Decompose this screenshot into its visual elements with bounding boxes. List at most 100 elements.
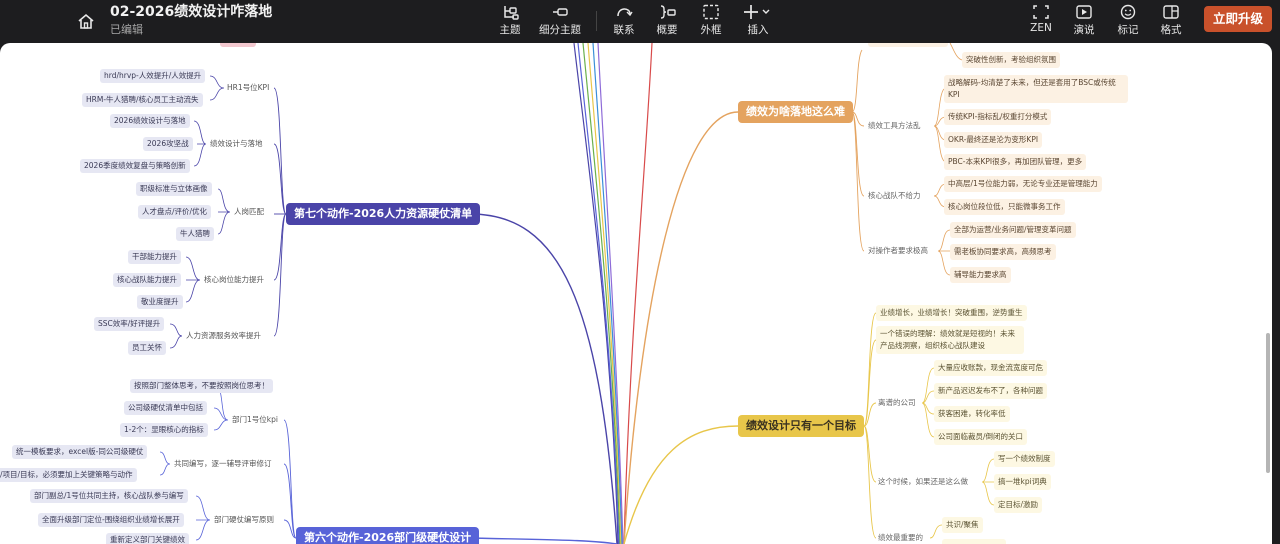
leaf-topic[interactable]: 搞一堆kpi词典 (994, 474, 1051, 490)
leaf-topic[interactable]: OKR-最终还是沦为变形KPI (944, 132, 1043, 148)
leaf-topic[interactable]: 公司面临裁员/倒闭的关口 (934, 429, 1028, 445)
leaf-topic[interactable]: 业绩增长，业绩增长！突破重围，逆势重生 (876, 305, 1027, 321)
save-status: 已编辑 (110, 23, 143, 36)
leaf-topic[interactable]: 干部能力提升 (128, 250, 181, 264)
smiley-icon (1120, 4, 1136, 20)
leaf-topic[interactable]: 辅导能力要求高 (950, 267, 1011, 283)
branch-goal-topic[interactable]: 绩效设计只有一个目标 (738, 415, 864, 437)
leaf-topic[interactable]: 全面升级部门定位-围绕组织业绩增长展开 (38, 513, 184, 527)
plus-icon (744, 5, 770, 19)
group-label[interactable]: 部门1号位kpi (229, 413, 281, 427)
subtopic-button[interactable]: 细分主题 (538, 4, 582, 40)
relation-button[interactable]: 联系 (602, 4, 646, 40)
mindmap-canvas[interactable]: 第七个动作-2026人力资源硬仗清单 HR1号位KPI hrd/hrvp-人效提… (0, 43, 1272, 544)
leaf-topic[interactable]: 1-2个：显眼核心的指标 (120, 423, 208, 437)
group-label[interactable]: 人岗匹配 (231, 205, 267, 219)
format-panel-icon (1163, 5, 1179, 19)
leaf-topic[interactable]: 部门副总/1号位共同主持，核心战队参与编写 (30, 489, 188, 503)
topic-button[interactable]: 主题 (488, 4, 532, 40)
group-label[interactable]: 共同编写，逐一辅导评审修订 (171, 457, 275, 471)
vertical-scrollbar[interactable] (1266, 333, 1270, 473)
leaf-topic[interactable]: 中高层/1号位能力弱，无论专业还是管理能力 (944, 176, 1102, 192)
leaf-topic[interactable]: 人才盘点/评价/优化 (138, 205, 212, 219)
present-label: 演说 (1073, 24, 1095, 36)
leaf-topic[interactable]: 共识/聚焦 (942, 517, 983, 533)
leaf-topic[interactable]: 需老板协同要求高，高频思考 (950, 244, 1056, 260)
relation-icon (617, 8, 633, 17)
boundary-button[interactable]: 外框 (689, 4, 733, 40)
boundary-label: 外框 (700, 24, 722, 36)
group-label[interactable]: 绩效工具方法乱 (868, 119, 921, 133)
group-label[interactable]: 这个时候，如果还是这么做 (878, 475, 968, 489)
branch6-topic[interactable]: 第六个动作-2026部门级硬仗设计 (296, 527, 480, 544)
leaf-topic[interactable]: 大量应收账款，现金流宽度可危 (934, 360, 1047, 376)
group-label[interactable]: 部门硬仗编写原则 (211, 513, 277, 527)
topic-icon (504, 6, 519, 20)
summary-label: 概要 (656, 24, 678, 36)
relation-label: 联系 (613, 24, 635, 36)
offscreen-node-stub (220, 43, 256, 47)
topic-label: 主题 (499, 24, 521, 36)
group-label[interactable]: 绩效最重要的 (878, 531, 923, 544)
group-label[interactable]: 核心战队不给力 (868, 189, 921, 203)
leaf-topic[interactable]: PBC-本来KPI很多，再加团队管理，更多 (944, 154, 1087, 170)
leaf-topic[interactable]: 牛人猎聘 (176, 227, 214, 241)
zen-button[interactable]: ZEN (1019, 4, 1063, 40)
leaf-topic[interactable]: 写一个绩效制度 (994, 451, 1055, 467)
leaf-topic[interactable]: 战略解码-均清楚了未来，但还是套用了BSC或传统KPI (944, 75, 1128, 103)
leaf-topic[interactable]: 员工关怀 (128, 341, 166, 355)
toolbar-divider (596, 11, 597, 31)
group-label[interactable]: 核心岗位能力提升 (201, 273, 267, 287)
leaf-topic[interactable]: 核心岗位段位低，只能微事务工作 (944, 199, 1065, 215)
top-toolbar: 02-2026绩效设计咋落地 已编辑 主题 细分主题 联系 概要 外框 插入 Z… (0, 0, 1280, 43)
offscreen-leaf-stub (868, 43, 948, 47)
upgrade-button[interactable]: 立即升级 (1204, 6, 1272, 32)
format-button[interactable]: 格式 (1149, 4, 1193, 40)
offscreen-leaf-stub (942, 539, 1006, 544)
fullscreen-icon (1033, 5, 1049, 19)
present-button[interactable]: 演说 (1062, 4, 1106, 40)
leaf-topic[interactable]: 全部为运营/业务问题/管理变革问题 (950, 222, 1076, 238)
leaf-topic[interactable]: 2026绩效设计与落地 (110, 114, 190, 128)
leaf-topic[interactable]: 2026季度绩效复盘与策略创新 (80, 159, 190, 173)
leaf-topic[interactable]: SSC效率/好评提升 (94, 317, 165, 331)
branch-hard-topic[interactable]: 绩效为啥落地这么难 (738, 101, 853, 123)
leaf-topic[interactable]: 重新定义部门关键绩效 (106, 533, 189, 544)
group-label[interactable]: 绩效设计与落地 (207, 137, 266, 151)
play-icon (1076, 5, 1092, 19)
leaf-topic[interactable]: hrd/hrvp-人效提升/人效提升 (100, 69, 206, 83)
group-label[interactable]: 人力资源服务效率提升 (183, 329, 264, 343)
group-label[interactable]: 离谱的公司 (878, 396, 916, 410)
leaf-topic[interactable]: 核心战队能力提升 (113, 273, 181, 287)
group-label[interactable]: 对操作者要求极高 (868, 244, 928, 258)
insert-button[interactable]: 插入 (736, 4, 780, 40)
leaf-topic[interactable]: HRM-牛人猎聘/核心员工主动流失 (82, 93, 203, 107)
format-label: 格式 (1160, 24, 1182, 36)
leaf-topic[interactable]: 传统KPI-指标乱/权重打分模式 (944, 109, 1052, 125)
branch7-topic[interactable]: 第七个动作-2026人力资源硬仗清单 (286, 203, 481, 225)
leaf-topic[interactable]: 获客困难，转化率低 (934, 406, 1010, 422)
group-label[interactable]: HR1号位KPI (224, 81, 273, 95)
leaf-topic[interactable]: 统一模板要求，excel版-同公司级硬仗 (12, 445, 148, 459)
marker-label: 标记 (1117, 24, 1139, 36)
subtopic-label: 细分主题 (539, 24, 581, 36)
leaf-topic[interactable]: 按照部门整体思考，不要按照岗位思考！ (130, 379, 273, 393)
insert-label: 插入 (747, 24, 769, 36)
leaf-topic[interactable]: 突破性创新，考验组织氛围 (962, 52, 1060, 68)
subtopic-icon (553, 8, 568, 16)
leaf-topic[interactable]: 职级标准与立体画像 (136, 182, 212, 196)
summary-button[interactable]: 概要 (645, 4, 689, 40)
leaf-topic[interactable]: 公司级硬仗清单中包括 (124, 401, 207, 415)
leaf-topic[interactable]: 敬业度提升 (137, 295, 183, 309)
summary-icon (660, 5, 676, 19)
marker-button[interactable]: 标记 (1106, 4, 1150, 40)
leaf-topic[interactable]: 2026攻坚战 (143, 137, 193, 151)
leaf-topic[interactable]: 定目标/激励 (994, 497, 1043, 513)
leaf-topic[interactable]: 一个错误的理解：绩效就是短视的！未来产品线洞察，组织核心战队建设 (876, 326, 1024, 354)
boundary-icon (703, 4, 719, 20)
leaf-topic[interactable]: /项目/目标，必须要加上关键策略与动作 (0, 468, 137, 482)
home-icon[interactable] (74, 10, 98, 34)
leaf-text: 一个错误的理解：绩效就是短视的！未来产品线洞察，组织核心战队建设 (880, 329, 1015, 350)
leaf-topic[interactable]: 新产品迟迟发布不了，各种问题 (934, 383, 1047, 399)
document-title[interactable]: 02-2026绩效设计咋落地 (110, 1, 272, 21)
